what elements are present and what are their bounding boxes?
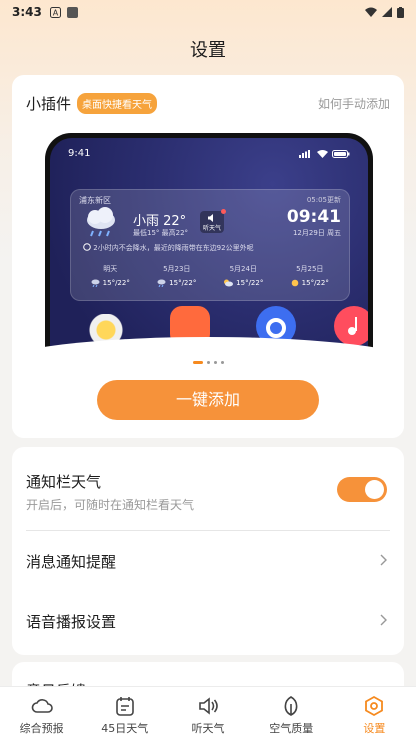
widget-clock: 09:41: [286, 207, 341, 227]
widget-temp-range: 最低15° 最高22°: [133, 229, 189, 237]
message-alert-row[interactable]: 消息通知提醒: [12, 531, 404, 591]
carousel-dot: [206, 361, 210, 364]
manual-add-help-link[interactable]: 如何手动添加: [318, 95, 390, 112]
chevron-right-icon: [380, 614, 387, 626]
chevron-right-icon: [380, 554, 387, 566]
forecast-day-temp: 15°/22°: [236, 279, 264, 287]
phone-status-bar: 9:41: [68, 148, 350, 159]
widget-condition: 小雨 22°: [133, 214, 187, 229]
widget-speaker-icon: [208, 214, 213, 222]
forecast-day-temp: 15°/22°: [301, 279, 329, 287]
speaker-icon: [199, 697, 218, 715]
phone-time: 9:41: [68, 148, 91, 159]
widget-card-header: 小插件 桌面快捷看天气: [26, 93, 158, 114]
widget-updated: 05:05更新: [306, 196, 341, 204]
music-note-icon: [348, 317, 357, 335]
forecast-day: 5月25日 15°/22°: [277, 264, 344, 287]
widget-tag-badge: 桌面快捷看天气: [77, 93, 158, 114]
tab-forecast[interactable]: 综合预报: [0, 687, 83, 739]
calendar-icon: [115, 697, 134, 716]
forecast-day-label: 5月23日: [163, 265, 191, 273]
phone-signal-icon: [299, 149, 310, 158]
bottom-tab-bar: 综合预报 45日天气 听天气 空气质量 设置: [0, 686, 416, 739]
weather-widget-preview: 浦东新区 05:05更新 小雨 22° 最低15° 最高22° 听天气 09:4…: [70, 189, 350, 301]
widget-forecast-days: 明天 15°/22° 5月23日 15°/22° 5月24日 15°/22° 5…: [77, 264, 343, 287]
tab-listen[interactable]: 听天气: [166, 687, 249, 739]
tab-label: 空气质量: [269, 722, 314, 735]
cloud-icon: [31, 699, 53, 713]
forecast-day: 5月24日 15°/22°: [210, 264, 277, 287]
phone-wifi-icon: [317, 149, 328, 158]
widget-listen-badge: [221, 209, 226, 214]
widget-location: 浦东新区: [79, 196, 111, 205]
message-alert-title: 消息通知提醒: [26, 553, 117, 571]
forecast-day-label: 5月25日: [296, 265, 324, 273]
carousel-dot: [213, 361, 217, 364]
widget-listen-label: 听天气: [202, 225, 221, 232]
rain-cloud-icon: [87, 207, 115, 237]
tab-label: 综合预报: [19, 722, 64, 735]
tab-settings[interactable]: 设置: [333, 687, 416, 739]
forecast-day-temp: 15°/22°: [102, 279, 130, 287]
settings-icon: [365, 695, 384, 717]
wifi-icon: [365, 7, 377, 17]
tab-air-quality[interactable]: 空气质量: [250, 687, 333, 739]
tab-label: 45日天气: [101, 722, 149, 735]
tab-label: 听天气: [191, 722, 225, 735]
carousel-dot-active: [192, 361, 203, 364]
widget-rain-tip: 2小时内不会降水，最近的降雨带在东边92公里外呢: [83, 243, 254, 253]
phone-battery-icon: [332, 149, 350, 158]
status-bar: 3:43 A: [0, 0, 416, 24]
tab-45-day[interactable]: 45日天气: [83, 687, 166, 739]
one-click-add-button[interactable]: 一键添加: [97, 380, 319, 420]
widget-card: 小插件 桌面快捷看天气 如何手动添加 9:41 浦东新区 05:05更新 小雨 …: [12, 75, 404, 438]
tab-label: 设置: [363, 722, 386, 735]
notify-weather-subtitle: 开启后，可随时在通知栏看天气: [26, 498, 195, 512]
notify-weather-toggle[interactable]: [337, 477, 387, 502]
widget-tip-text: 2小时内不会降水，最近的降雨带在东边92公里外呢: [93, 244, 254, 252]
battery-icon: [397, 6, 404, 18]
signal-icon: [382, 7, 392, 17]
widget-listen-button: 听天气: [200, 209, 226, 233]
forecast-day-label: 5月24日: [229, 265, 257, 273]
notification-a-icon: A: [49, 6, 61, 18]
sunny-icon: [291, 279, 298, 287]
chat-bubble-icon: [83, 243, 91, 251]
carousel-indicator: [12, 361, 404, 364]
voice-broadcast-title: 语音播报设置: [26, 613, 117, 631]
forecast-day: 5月23日 15°/22°: [144, 264, 211, 287]
forecast-day-temp: 15°/22°: [169, 279, 197, 287]
rain-icon: [91, 279, 100, 287]
svg-text:A: A: [53, 8, 59, 17]
carousel-dot: [220, 361, 224, 364]
music-app-icon: [334, 306, 368, 346]
voice-broadcast-row[interactable]: 语音播报设置: [12, 591, 404, 651]
notification-app-icon: [66, 6, 78, 18]
forecast-day: 明天 15°/22°: [77, 264, 144, 287]
page-title: 设置: [190, 40, 226, 61]
phone-screen: 9:41 浦东新区 05:05更新 小雨 22° 最低15° 最高22° 听天气…: [50, 138, 368, 368]
forecast-day-label: 明天: [103, 265, 118, 273]
toggle-knob: [365, 480, 384, 499]
settings-list-card: 通知栏天气 开启后，可随时在通知栏看天气 消息通知提醒 语音播报设置: [12, 447, 404, 655]
status-time: 3:43: [12, 5, 42, 19]
notify-weather-title: 通知栏天气: [26, 473, 102, 491]
rain-icon: [157, 279, 166, 287]
widget-date: 12月29日 周五: [292, 229, 341, 237]
partly-cloudy-icon: [224, 279, 234, 287]
widget-label: 小插件: [26, 95, 72, 113]
leaf-icon: [284, 696, 298, 716]
